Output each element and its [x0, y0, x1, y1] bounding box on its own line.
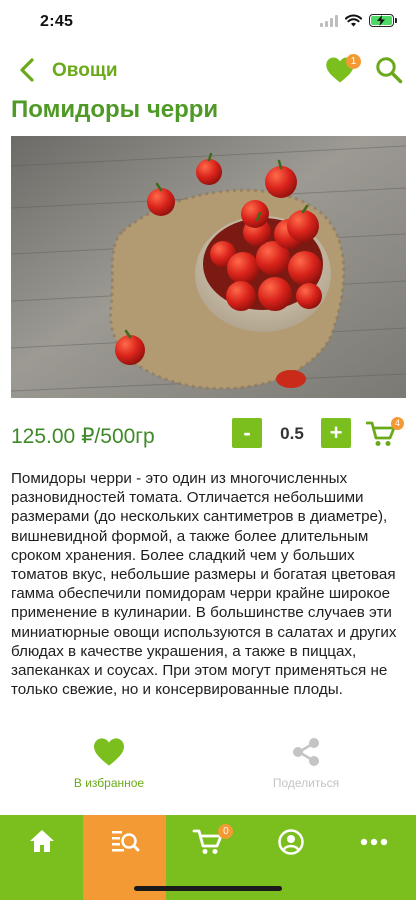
search-icon [376, 57, 403, 84]
share-button[interactable]: Поделиться [251, 737, 361, 790]
category-title: Овощи [52, 60, 118, 81]
battery-icon [369, 14, 397, 27]
status-time: 2:45 [40, 13, 74, 30]
quantity-value: 0.5 [280, 424, 304, 443]
share-icon [293, 738, 319, 766]
heart-icon [94, 738, 124, 766]
favorites-badge: 1 [346, 54, 361, 69]
tab-cart-badge: 0 [218, 824, 234, 839]
cart-count-badge: 4 [391, 417, 404, 430]
tab-home[interactable] [0, 815, 83, 900]
status-bar: 2:45 [0, 0, 416, 46]
quantity-increase-button[interactable]: + [321, 418, 351, 448]
product-description: Помидоры черри - это один из многочислен… [11, 470, 397, 699]
navigation-header: Овощи 1 [0, 50, 416, 90]
wifi-icon [345, 14, 362, 27]
back-button[interactable] [14, 56, 40, 84]
tab-more[interactable] [333, 815, 416, 900]
home-icon [29, 830, 54, 852]
chevron-left-icon [20, 58, 34, 82]
status-icons [320, 14, 397, 27]
favorites-button[interactable]: 1 [325, 54, 361, 86]
catalog-search-icon [111, 831, 140, 852]
search-button[interactable] [375, 56, 405, 86]
add-to-favorites-button[interactable]: В избранное [54, 737, 164, 790]
product-title: Помидоры черри [11, 96, 219, 123]
quantity-decrease-button[interactable]: - [232, 418, 262, 448]
add-to-cart-button[interactable]: 4 [365, 417, 404, 450]
add-to-favorites-label: В избранное [73, 776, 145, 790]
profile-icon [278, 829, 304, 855]
product-price: 125.00 ₽/500гр [11, 425, 155, 448]
signal-icon [320, 14, 338, 27]
home-indicator [134, 886, 282, 891]
more-icon [361, 838, 388, 846]
share-label: Поделиться [272, 776, 340, 790]
product-image [11, 136, 406, 398]
